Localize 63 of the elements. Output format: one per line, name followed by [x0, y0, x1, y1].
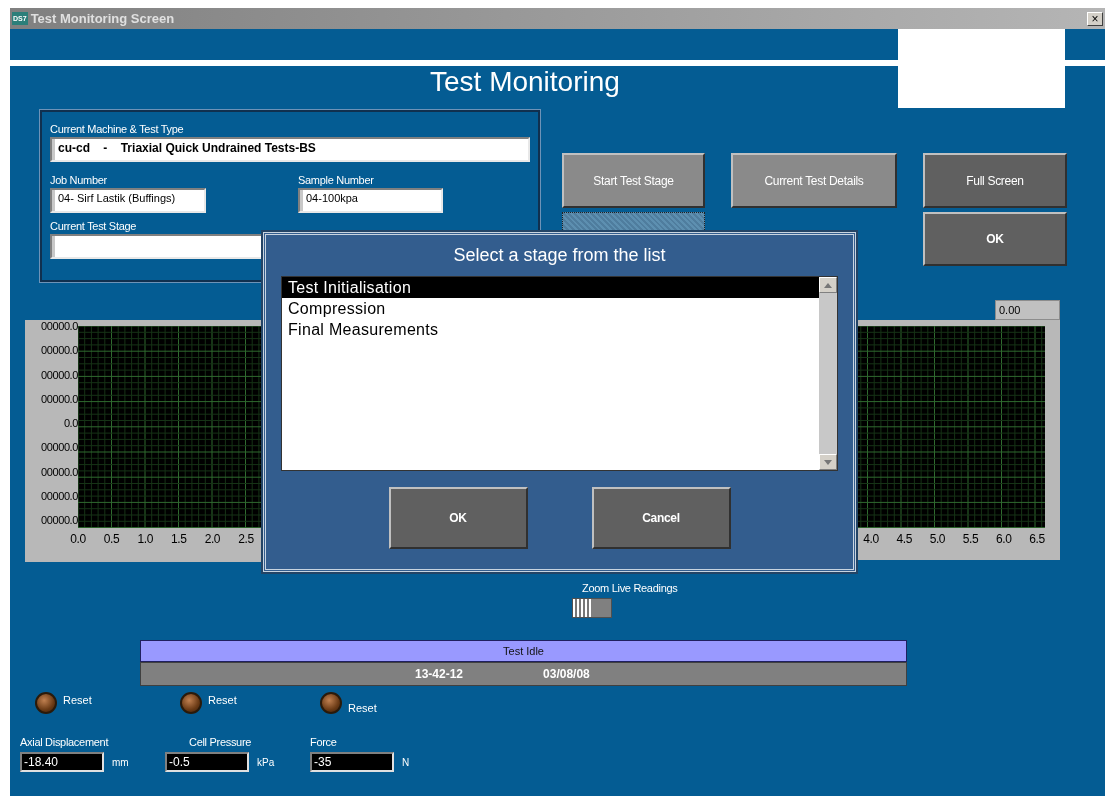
y-tick-label: 00000.0 — [41, 465, 78, 478]
reset-label: Reset — [208, 694, 237, 706]
screen-title: Test Monitoring — [429, 66, 621, 98]
dialog-button[interactable]: OK — [388, 487, 528, 549]
field-label: Job Number — [50, 174, 108, 186]
reset-label: Reset — [63, 694, 92, 706]
action-button[interactable]: OK — [923, 212, 1067, 266]
action-button[interactable]: Full Screen — [923, 153, 1067, 208]
chart-readout: 0.00 — [995, 300, 1060, 320]
x-tick-label: 6.0 — [995, 532, 1013, 546]
y-tick-label: 00000.0 — [41, 368, 78, 381]
machine-test-type-field[interactable]: cu-cd - Triaxial Quick Undrained Tests-BS — [50, 137, 530, 162]
reading-value-field: -0.5 — [165, 752, 249, 772]
x-tick-label: 4.0 — [862, 532, 880, 546]
y-tick-label: 00000.0 — [41, 489, 78, 502]
close-button[interactable]: × — [1087, 11, 1103, 26]
field-label: Sample Number — [298, 174, 375, 186]
down-arrow-icon — [824, 459, 832, 465]
y-tick-label: 00000.0 — [41, 441, 78, 454]
reset-knob[interactable] — [35, 692, 57, 714]
reading-label: Axial Displacement — [20, 736, 110, 748]
y-tick-label: 00000.0 — [41, 514, 78, 526]
y-tick-label: 0.0 — [63, 417, 78, 429]
unit-label: N — [402, 756, 410, 768]
y-tick-label: 00000.0 — [41, 392, 78, 405]
status-state: Test Idle — [140, 640, 907, 662]
status-date: 03/08/08 — [543, 667, 590, 681]
x-tick-label: 2.5 — [237, 532, 255, 546]
status-time: 13-42-12 — [415, 667, 464, 681]
reset-knob[interactable] — [320, 692, 342, 714]
dialog-title: Select a stage from the list — [453, 245, 666, 266]
reading-label: Force — [310, 736, 338, 748]
x-tick-label: 0.0 — [69, 532, 87, 546]
y-tick-label: 00000.0 — [41, 320, 78, 332]
x-tick-label: 5.0 — [928, 532, 947, 546]
zoom-toggle[interactable] — [572, 598, 612, 618]
x-tick-label: 5.5 — [961, 532, 980, 546]
unit-label: mm — [112, 756, 129, 768]
x-tick-label: 1.0 — [136, 532, 154, 546]
sample-number-field[interactable]: 04-100kpa — [298, 188, 443, 213]
scroll-up-button[interactable] — [819, 277, 837, 293]
reading-label: Cell Pressure — [188, 736, 253, 748]
scroll-down-button[interactable] — [819, 454, 837, 470]
up-arrow-icon — [824, 282, 832, 288]
x-tick-label: 6.5 — [1028, 532, 1046, 546]
dialog-button[interactable]: Cancel — [591, 487, 731, 549]
reset-label: Reset — [348, 702, 377, 714]
scrollbar[interactable] — [819, 277, 837, 470]
zoom-label: Zoom Live Readings — [582, 582, 678, 594]
field-label: Current Machine & Test Type — [50, 123, 185, 135]
x-tick-label: 0.5 — [102, 532, 121, 546]
reading-value-field: -18.40 — [20, 752, 104, 772]
y-tick-label: 00000.0 — [41, 344, 78, 357]
x-tick-label: 2.0 — [203, 532, 222, 546]
reading-value-field: -35 — [310, 752, 394, 772]
reset-knob[interactable] — [180, 692, 202, 714]
x-tick-label: 4.5 — [895, 532, 913, 546]
field-label: Current Test Stage — [50, 220, 138, 232]
x-tick-label: 1.5 — [170, 532, 188, 546]
stage-list-item[interactable]: Test Initialisation — [282, 277, 819, 298]
unit-label: kPa — [257, 756, 275, 768]
job-number-field[interactable]: 04- Sirf Lastik (Buffings) — [50, 188, 206, 213]
window-title: Test Monitoring Screen — [30, 11, 176, 26]
